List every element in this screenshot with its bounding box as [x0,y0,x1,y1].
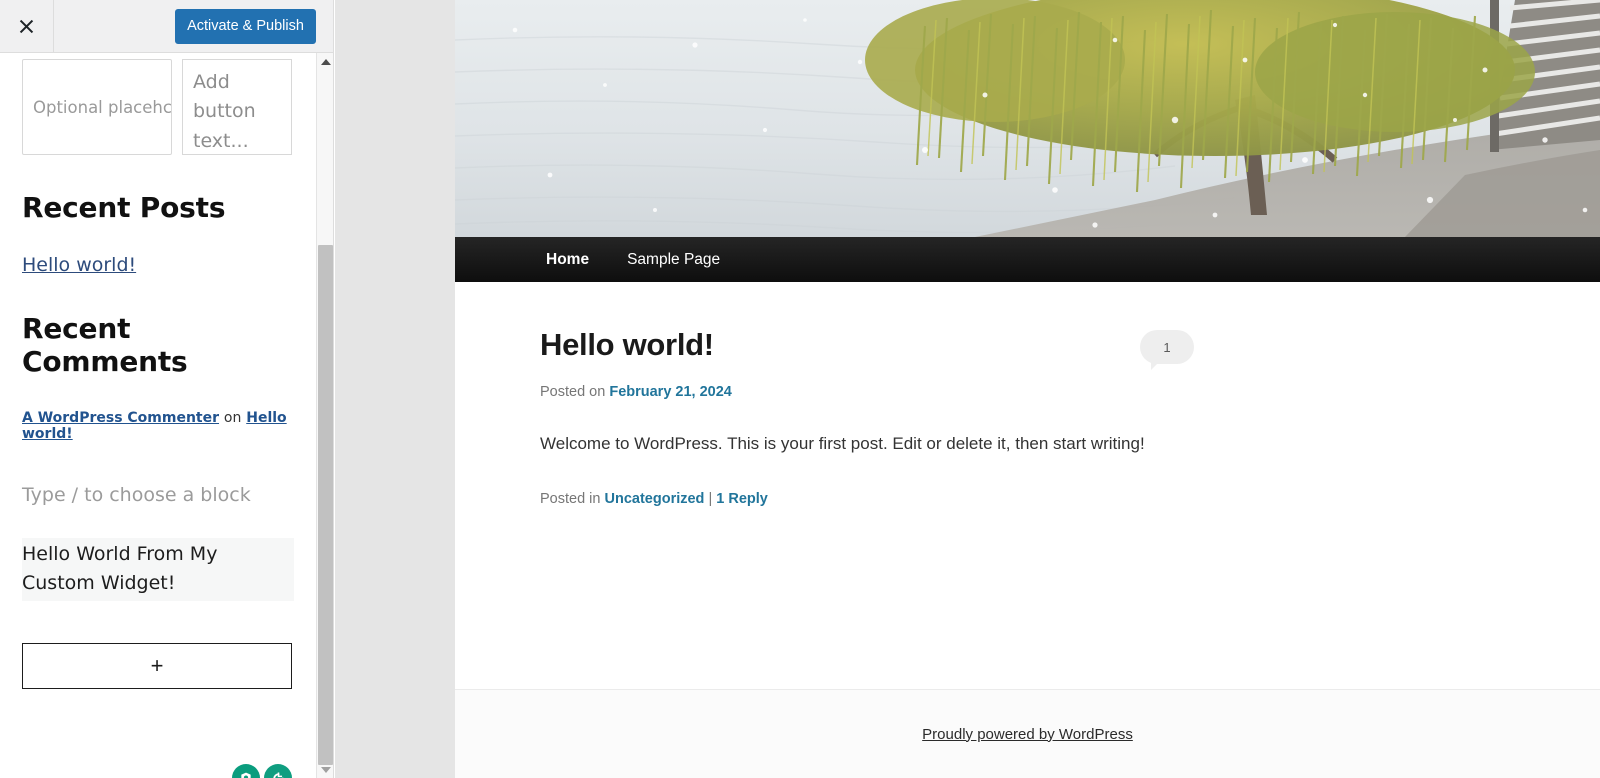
site-content-area: 1 Hello world! Posted on February 21, 20… [455,282,1600,689]
refresh-circle-icon[interactable] [264,764,292,778]
comment-author-link[interactable]: A WordPress Commenter [22,410,219,426]
scroll-up-arrow-icon[interactable] [317,53,333,70]
nav-item-home[interactable]: Home [540,247,595,273]
recent-posts-heading-block[interactable]: Recent Posts [22,191,294,224]
posted-on-label: Posted on [540,384,606,400]
empty-block-placeholder[interactable]: Type / to choose a block [22,484,294,506]
close-icon [19,19,34,33]
recent-posts-link-block[interactable]: Hello world! [22,254,294,276]
custom-widget-text-block[interactable]: Hello World From My Custom Widget! [22,538,294,601]
scrollbar-thumb[interactable] [318,245,333,765]
scroll-down-arrow-icon[interactable] [317,761,333,778]
shield-check-icon[interactable] [232,764,260,778]
plus-icon: + [150,653,164,678]
posted-in-label: Posted in [540,491,601,508]
customizer-sidebar: Activate & Publish Optional placehc Add … [0,0,334,778]
close-icon-button[interactable] [0,0,54,52]
customizer-edit-pane: Optional placehc Add button text... Rece… [0,53,316,778]
post-replies-link[interactable]: 1 Reply [716,491,768,507]
post-body-text: Welcome to WordPress. This is your first… [540,434,1145,453]
post-title: Hello world! [540,327,714,362]
nav-item-sample-page[interactable]: Sample Page [621,247,726,273]
header-photo [455,0,1600,237]
site-footer: Proudly powered by WordPress [455,689,1600,778]
comment-on-text: on [223,410,242,426]
post-date-link[interactable]: February 21, 2024 [609,384,732,400]
recent-comments-heading-block[interactable]: Recent Comments [22,312,294,378]
meta-separator: | [708,491,713,508]
preview-gutter [335,0,455,778]
site-navigation: Home Sample Page [455,237,1600,282]
customizer-screen: Activate & Publish Optional placehc Add … [0,0,1600,778]
recent-comments-item-block[interactable]: A WordPress Commenter on Hello world! [22,410,294,442]
search-block-editor: Optional placehc Add button text... [22,59,294,155]
post-category-link[interactable]: Uncategorized [605,491,705,507]
search-placeholder-input[interactable]: Optional placehc [22,59,172,155]
post-footer-meta: Posted in Uncategorized | 1 Reply [540,491,1200,507]
extension-badges [232,764,292,778]
customizer-header-bar: Activate & Publish [0,0,333,53]
add-block-button[interactable]: + [22,643,292,689]
site-preview-frame: Home Sample Page 1 Hello world! Posted o… [455,0,1600,778]
post-meta: Posted on February 21, 2024 [540,384,1200,400]
activate-publish-button[interactable]: Activate & Publish [175,9,316,44]
powered-by-wordpress-link[interactable]: Proudly powered by WordPress [922,726,1133,743]
search-button-text-input[interactable]: Add button text... [182,59,292,155]
post-article: Hello world! Posted on February 21, 2024… [540,327,1200,507]
header-image [455,0,1600,237]
sidebar-scrollbar[interactable] [316,53,333,778]
